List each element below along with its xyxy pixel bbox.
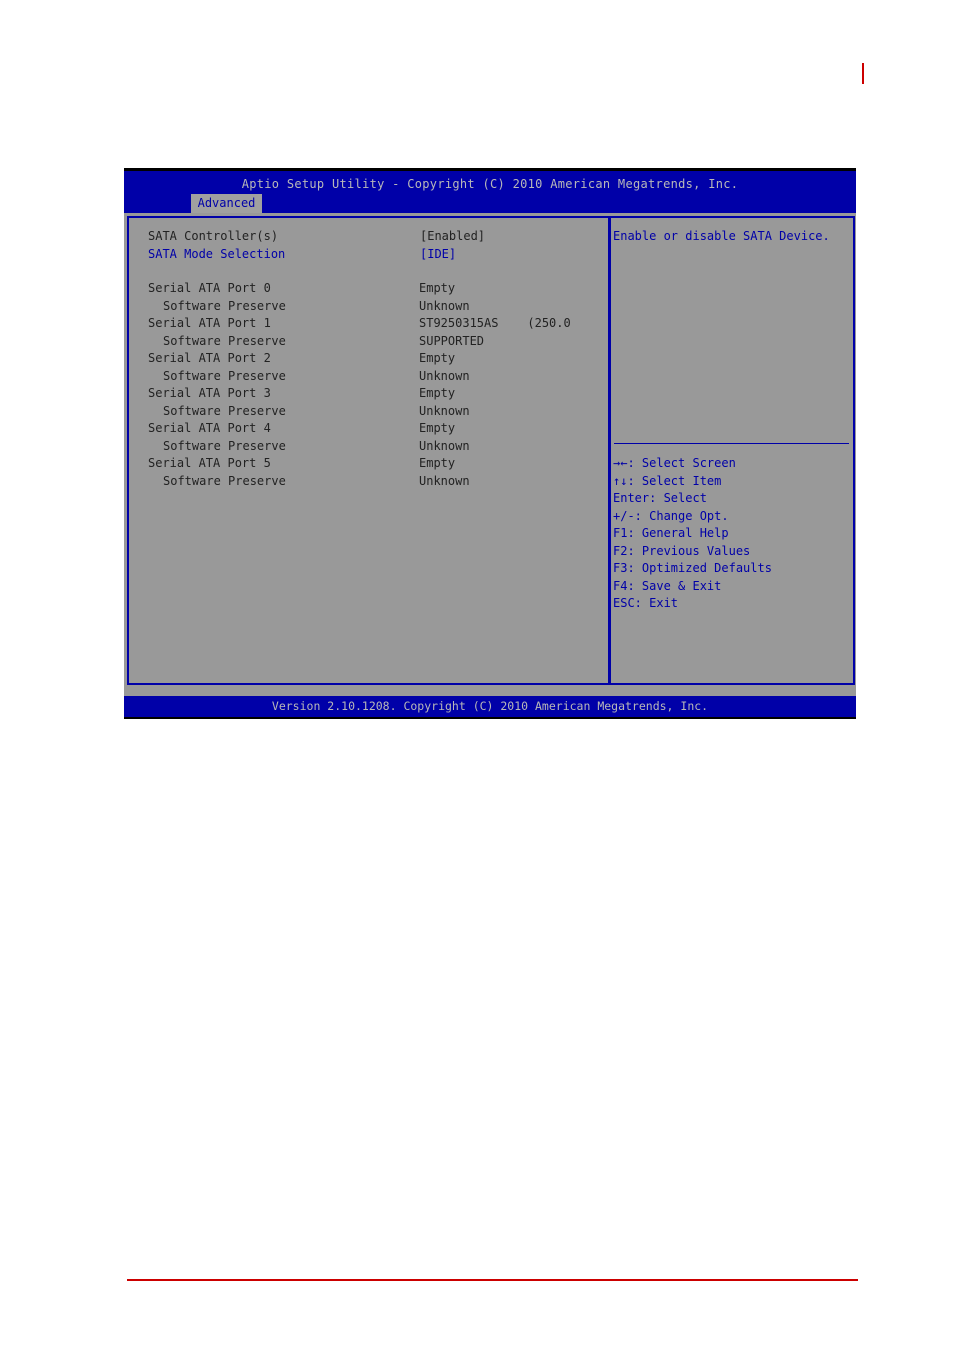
key-hint: F3: Optimized Defaults bbox=[613, 561, 772, 575]
key-hint: F2: Previous Values bbox=[613, 543, 751, 558]
settings-panel: SATA Controller(s) [Enabled] SATA Mode S… bbox=[127, 216, 610, 685]
software-preserve-label: Software Preserve bbox=[163, 403, 286, 418]
port-label: Serial ATA Port 3 bbox=[148, 386, 271, 400]
bios-screen: Aptio Setup Utility - Copyright (C) 2010… bbox=[124, 168, 856, 719]
help-divider bbox=[614, 443, 849, 444]
bios-footer: Version 2.10.1208. Copyright (C) 2010 Am… bbox=[124, 696, 856, 717]
port-value: Empty bbox=[419, 456, 456, 470]
port-label: Serial ATA Port 4 bbox=[148, 421, 271, 435]
port-label: Serial ATA Port 5 bbox=[148, 456, 271, 470]
port-label: Serial ATA Port 0 bbox=[148, 281, 271, 295]
bottom-border bbox=[124, 717, 856, 719]
sata-controller-label: SATA Controller(s) bbox=[148, 229, 279, 243]
software-preserve-value: Unknown bbox=[419, 403, 470, 418]
port-value: Empty bbox=[419, 386, 456, 400]
sata-mode-label: SATA Mode Selection bbox=[148, 247, 286, 261]
software-preserve-label: Software Preserve bbox=[163, 473, 286, 488]
software-preserve-label: Software Preserve bbox=[163, 368, 286, 383]
port-value: Empty bbox=[419, 421, 456, 435]
help-panel: Enable or disable SATA Device. →←: Selec… bbox=[610, 216, 855, 685]
key-hint: F4: Save & Exit bbox=[613, 578, 722, 593]
software-preserve-value: Unknown bbox=[419, 473, 470, 488]
tab-advanced[interactable]: Advanced bbox=[191, 194, 262, 213]
key-hint: →←: Select Screen bbox=[613, 456, 736, 470]
key-hint: Enter: Select bbox=[613, 491, 707, 505]
key-hint: ESC: Exit bbox=[613, 596, 679, 610]
key-hint: ↑↓: Select Item bbox=[613, 473, 722, 488]
port-label: Serial ATA Port 2 bbox=[148, 351, 271, 365]
page-marker bbox=[862, 63, 864, 84]
sata-mode-value[interactable]: [IDE] bbox=[420, 247, 456, 261]
port-value: Empty bbox=[419, 351, 456, 365]
sata-controller-value[interactable]: [Enabled] bbox=[420, 229, 485, 243]
software-preserve-label: Software Preserve bbox=[163, 333, 286, 348]
bios-title: Aptio Setup Utility - Copyright (C) 2010… bbox=[241, 177, 739, 191]
software-preserve-label: Software Preserve bbox=[163, 298, 286, 313]
key-hint: F1: General Help bbox=[613, 526, 729, 540]
port-value: ST9250315AS (250.0 bbox=[419, 316, 571, 330]
footer-rule bbox=[127, 1279, 858, 1281]
software-preserve-label: Software Preserve bbox=[163, 438, 286, 453]
software-preserve-value: Unknown bbox=[419, 298, 470, 313]
port-value: Empty bbox=[419, 281, 456, 295]
bios-header: Aptio Setup Utility - Copyright (C) 2010… bbox=[124, 171, 856, 213]
key-hint: +/-: Change Opt. bbox=[613, 508, 729, 523]
software-preserve-value: SUPPORTED bbox=[419, 333, 485, 348]
port-label: Serial ATA Port 1 bbox=[148, 316, 271, 330]
software-preserve-value: Unknown bbox=[419, 368, 470, 383]
software-preserve-value: Unknown bbox=[419, 438, 470, 453]
help-description: Enable or disable SATA Device. bbox=[613, 229, 830, 243]
